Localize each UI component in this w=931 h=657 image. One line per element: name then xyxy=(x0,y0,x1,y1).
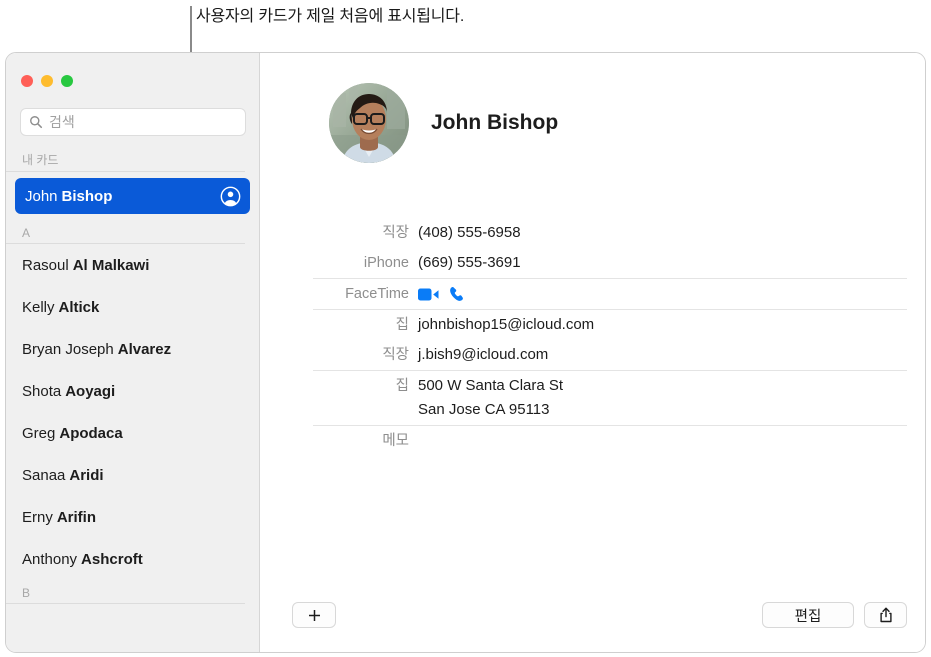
share-button[interactable] xyxy=(864,602,907,628)
contact-first-name: Shota xyxy=(22,382,62,400)
section-header-a: A xyxy=(6,220,245,244)
field-group-facetime: FaceTime xyxy=(313,279,907,310)
facetime-actions xyxy=(418,282,465,306)
avatar-photo xyxy=(329,83,409,163)
contact-first-name: John xyxy=(25,187,58,205)
section-header-b: B xyxy=(6,580,245,604)
field-row-email-work[interactable]: 직장 j.bish9@icloud.com xyxy=(313,340,907,370)
field-group-email: 집 johnbishop15@icloud.com 직장 j.bish9@icl… xyxy=(313,310,907,371)
list-item[interactable]: Kelly Altick xyxy=(6,286,259,328)
contact-last-name: Ashcroft xyxy=(81,550,143,568)
field-label: 메모 xyxy=(382,433,409,449)
contact-first-name: Greg xyxy=(22,424,56,442)
facetime-video-icon[interactable] xyxy=(418,287,439,302)
share-icon xyxy=(879,607,892,623)
add-contact-button[interactable] xyxy=(292,602,336,628)
field-label: 직장 xyxy=(382,347,409,363)
contact-first-name: Erny xyxy=(22,508,53,526)
contact-last-name: Altick xyxy=(58,298,100,316)
bottom-toolbar: 편집 xyxy=(260,590,925,652)
field-value-address-home[interactable]: 500 W Santa Clara St San Jose CA 95113 xyxy=(418,374,563,422)
contact-header: John Bishop xyxy=(260,53,925,163)
field-label: FaceTime xyxy=(345,286,409,302)
contact-last-name: Al Malkawi xyxy=(72,256,150,274)
contact-last-name: Aridi xyxy=(69,466,104,484)
contact-last-name: Bishop xyxy=(61,187,113,205)
field-value-phone-iphone[interactable]: (669) 555-3691 xyxy=(418,251,521,275)
field-label: 직장 xyxy=(382,225,409,241)
field-row-email-home[interactable]: 집 johnbishop15@icloud.com xyxy=(313,310,907,340)
contact-detail-panel: John Bishop 직장 (408) 555-6958 iPhone (66… xyxy=(260,53,925,652)
list-item[interactable]: Anthony Ashcroft xyxy=(6,538,259,580)
screenshot-root: 사용자의 카드가 제일 처음에 표시됩니다. 검색 내 카드 John Bish… xyxy=(0,0,931,657)
field-row-phone-iphone[interactable]: iPhone (669) 555-3691 xyxy=(313,248,907,278)
search-input-placeholder[interactable]: 검색 xyxy=(49,112,75,132)
field-row-facetime[interactable]: FaceTime xyxy=(313,279,907,309)
contact-last-name: Alvarez xyxy=(117,340,172,358)
list-item[interactable]: Rasoul Al Malkawi xyxy=(6,244,259,286)
edit-button[interactable]: 편집 xyxy=(762,602,854,628)
contact-fields: 직장 (408) 555-6958 iPhone (669) 555-3691 … xyxy=(313,218,907,456)
field-row-phone-work[interactable]: 직장 (408) 555-6958 xyxy=(313,218,907,248)
contact-first-name: Rasoul xyxy=(22,256,69,274)
avatar[interactable] xyxy=(329,83,409,163)
facetime-audio-icon[interactable] xyxy=(449,286,465,302)
field-label: iPhone xyxy=(363,255,409,271)
list-item[interactable]: Sanaa Aridi xyxy=(6,454,259,496)
address-line-1: 500 W Santa Clara St xyxy=(418,377,564,394)
field-value-email-work[interactable]: j.bish9@icloud.com xyxy=(418,343,548,367)
field-group-phone: 직장 (408) 555-6958 iPhone (669) 555-3691 xyxy=(313,218,907,279)
contacts-window: 검색 내 카드 John Bishop A Rasoul Al Malkawi … xyxy=(5,52,926,653)
field-row-address-home[interactable]: 집 500 W Santa Clara St San Jose CA 95113 xyxy=(313,371,907,425)
sidebar: 검색 내 카드 John Bishop A Rasoul Al Malkawi … xyxy=(6,53,260,652)
contact-list[interactable]: 내 카드 John Bishop A Rasoul Al Malkawi Kel… xyxy=(6,145,259,652)
contact-first-name: Bryan Joseph xyxy=(22,340,114,358)
close-button[interactable] xyxy=(21,75,33,87)
field-row-notes[interactable]: 메모 xyxy=(313,426,907,456)
contact-first-name: Sanaa xyxy=(22,466,66,484)
page-title: John Bishop xyxy=(431,111,559,134)
callout-text: 사용자의 카드가 제일 처음에 표시됩니다. xyxy=(196,8,465,25)
list-item[interactable]: Bryan Joseph Alvarez xyxy=(6,328,259,370)
field-value-phone-work[interactable]: (408) 555-6958 xyxy=(418,221,521,245)
sidebar-item-john-bishop[interactable]: John Bishop xyxy=(15,178,250,214)
list-item[interactable]: Erny Arifin xyxy=(6,496,259,538)
list-item[interactable]: Shota Aoyagi xyxy=(6,370,259,412)
minimize-button[interactable] xyxy=(41,75,53,87)
field-group-address: 집 500 W Santa Clara St San Jose CA 95113 xyxy=(313,371,907,426)
contact-first-name: Kelly xyxy=(22,298,55,316)
search-field[interactable]: 검색 xyxy=(20,108,246,136)
search-icon xyxy=(30,116,43,129)
zoom-button[interactable] xyxy=(61,75,73,87)
contact-last-name: Aoyagi xyxy=(65,382,116,400)
field-label: 집 xyxy=(395,317,409,333)
field-label: 집 xyxy=(395,378,409,394)
list-item[interactable]: Greg Apodaca xyxy=(6,412,259,454)
plus-icon xyxy=(308,609,320,621)
field-group-notes: 메모 xyxy=(313,426,907,456)
section-header-my-card: 내 카드 xyxy=(6,145,245,172)
contact-first-name: Anthony xyxy=(22,550,78,568)
field-value-email-home[interactable]: johnbishop15@icloud.com xyxy=(418,313,594,337)
contact-last-name: Apodaca xyxy=(59,424,123,442)
address-line-2: San Jose CA 95113 xyxy=(418,401,550,418)
contact-name: John Bishop xyxy=(25,188,112,205)
my-card-icon xyxy=(220,186,241,206)
window-traffic-lights xyxy=(21,75,73,87)
contact-last-name: Arifin xyxy=(56,508,97,526)
